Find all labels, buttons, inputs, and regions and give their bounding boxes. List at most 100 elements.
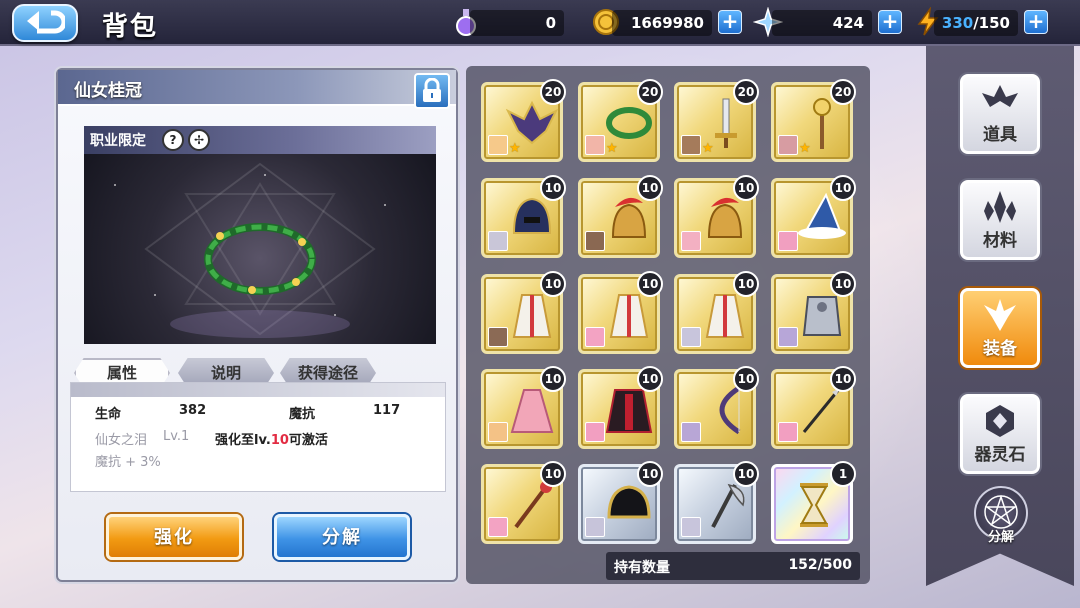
class-restriction-bar: 职业限定 ? ✢ — [84, 126, 436, 154]
inventory-count-label: 持有数量 — [614, 560, 670, 576]
inventory-slot-red-plume-helmet[interactable]: 10 — [578, 175, 663, 258]
item-count-badge: 10 — [540, 366, 566, 392]
hero-portrait-icon — [585, 135, 605, 155]
stats-box: 生命 382 魔抗 117 仙女之泪 Lv.1 强化至lv.10可激活 魔抗 +… — [70, 382, 446, 492]
item-count-badge: 20 — [540, 79, 566, 105]
inventory-slot-spear[interactable]: 10 — [771, 366, 856, 449]
items-icon — [982, 85, 1018, 107]
inventory-count-value: 152/500 — [788, 557, 852, 573]
item-count-badge: 20 — [637, 79, 663, 105]
set-bonus: 魔抗 + 3% — [95, 455, 161, 470]
item-count-badge: 10 — [540, 175, 566, 201]
hero-portrait-icon — [488, 517, 508, 537]
item-count-badge: 10 — [637, 461, 663, 487]
hero-portrait-icon — [488, 422, 508, 442]
hero-portrait-icon — [585, 231, 605, 251]
lock-button[interactable] — [414, 73, 450, 109]
spirit-stone-icon — [986, 405, 1014, 437]
potion-counter: 0 — [470, 10, 564, 36]
inventory-slot-bat-wing-crown[interactable]: ★ 20 — [481, 79, 566, 162]
inventory-slot-short-sword[interactable]: ★ 20 — [674, 79, 759, 162]
item-name: 仙女桂冠 — [74, 81, 142, 101]
hero-portrait-icon — [585, 422, 605, 442]
nav-equipment-button[interactable]: 装备 — [960, 288, 1040, 368]
star-icon: ★ — [509, 141, 521, 156]
nav-decompose-label: 分解 — [987, 530, 1014, 545]
star-icon: ★ — [606, 141, 618, 156]
inventory-slot-pink-dress[interactable]: 10 — [481, 366, 566, 449]
item-count-badge: 10 — [637, 175, 663, 201]
inventory-slot-hourglass[interactable]: 1 — [771, 461, 856, 544]
inventory-slot-white-robe[interactable]: 10 — [578, 271, 663, 354]
unlock-hint: 强化至lv.10可激活 — [215, 429, 328, 448]
inventory-slot-laurel-wreath[interactable]: ★ 20 — [578, 79, 663, 162]
stamina-counter: 330/150 + — [934, 10, 1048, 36]
potion-value: 0 — [545, 14, 556, 32]
inventory-slot-black-gold-helmet[interactable]: 10 — [578, 461, 663, 544]
crystal-counter: 424 + — [772, 10, 902, 36]
back-button[interactable] — [12, 4, 78, 42]
item-count-badge: 10 — [830, 175, 856, 201]
class-restriction-label: 职业限定 — [90, 133, 146, 149]
hero-portrait-icon — [681, 422, 701, 442]
back-arrow-icon — [27, 10, 65, 34]
hp-value: 382 — [179, 403, 207, 418]
inventory-slot-white-robe[interactable]: 10 — [481, 271, 566, 354]
nav-items-label: 道具 — [983, 125, 1017, 145]
inventory-slot-red-plume-helmet[interactable]: 10 — [674, 175, 759, 258]
unknown-class-icon[interactable]: ? — [162, 129, 184, 151]
hero-portrait-icon — [681, 135, 701, 155]
nav-items-button[interactable]: 道具 — [960, 74, 1040, 154]
set-name: 仙女之泪 — [95, 433, 148, 448]
priest-class-icon[interactable]: ✢ — [188, 129, 210, 151]
inventory-slot-dark-cape[interactable]: 10 — [578, 366, 663, 449]
hero-portrait-icon — [681, 327, 701, 347]
inventory-slot-dark-helmet[interactable]: 10 — [481, 175, 566, 258]
mres-label: 魔抗 — [289, 407, 316, 422]
laurel-wreath-icon — [204, 223, 316, 295]
stamina-value: 330/150 — [942, 14, 1010, 32]
hero-portrait-icon — [488, 327, 508, 347]
hero-portrait-icon — [778, 422, 798, 442]
nav-materials-label: 材料 — [983, 231, 1017, 251]
decompose-button[interactable]: 分解 — [274, 514, 410, 560]
inventory-count-bar: 持有数量 152/500 — [606, 552, 860, 580]
inventory-slot-staff[interactable]: ★ 20 — [771, 79, 856, 162]
gold-plus-button[interactable]: + — [718, 10, 742, 34]
hero-portrait-icon — [778, 327, 798, 347]
hero-portrait-icon — [681, 517, 701, 537]
inventory-slot-red-staff[interactable]: 10 — [481, 461, 566, 544]
materials-icon — [984, 191, 1016, 223]
nav-spirit-stone-button[interactable]: 器灵石 — [960, 394, 1040, 474]
item-count-badge: 10 — [733, 366, 759, 392]
hero-portrait-icon — [681, 231, 701, 251]
star-icon: ★ — [702, 141, 714, 156]
stamina-max: /150 — [973, 14, 1010, 32]
item-count-badge: 20 — [830, 79, 856, 105]
hp-label: 生命 — [95, 407, 122, 422]
inventory-slot-wizard-hat[interactable]: 10 — [771, 175, 856, 258]
item-count-badge: 10 — [733, 461, 759, 487]
unlock-prefix: 强化至lv. — [215, 433, 271, 448]
nav-decompose-button[interactable]: 分解 — [974, 486, 1028, 545]
hero-portrait-icon — [778, 231, 798, 251]
enhance-button[interactable]: 强化 — [106, 514, 242, 560]
item-title-bar: 仙女桂冠 — [58, 70, 456, 106]
item-count-badge: 10 — [540, 271, 566, 297]
nav-equipment-label: 装备 — [983, 339, 1017, 359]
stats-header — [71, 383, 445, 397]
item-preview — [84, 154, 436, 344]
item-count-badge: 10 — [540, 461, 566, 487]
nav-materials-button[interactable]: 材料 — [960, 180, 1040, 260]
inventory-slot-silver-armor[interactable]: 10 — [771, 271, 856, 354]
star-icon: ★ — [799, 141, 811, 156]
lock-icon — [423, 78, 441, 102]
item-detail-panel: 仙女桂冠 职业限定 ? ✢ 属性 说明 获得途径 生命 382 魔抗 117 仙… — [56, 68, 458, 582]
inventory-slot-white-robe[interactable]: 10 — [674, 271, 759, 354]
unlock-suffix: 可激活 — [288, 433, 328, 448]
crystal-plus-button[interactable]: + — [878, 10, 902, 34]
inventory-slot-battle-axe[interactable]: 10 — [674, 461, 759, 544]
inventory-slot-bow[interactable]: 10 — [674, 366, 759, 449]
unlock-level: 10 — [270, 433, 289, 448]
stamina-plus-button[interactable]: + — [1024, 10, 1048, 34]
